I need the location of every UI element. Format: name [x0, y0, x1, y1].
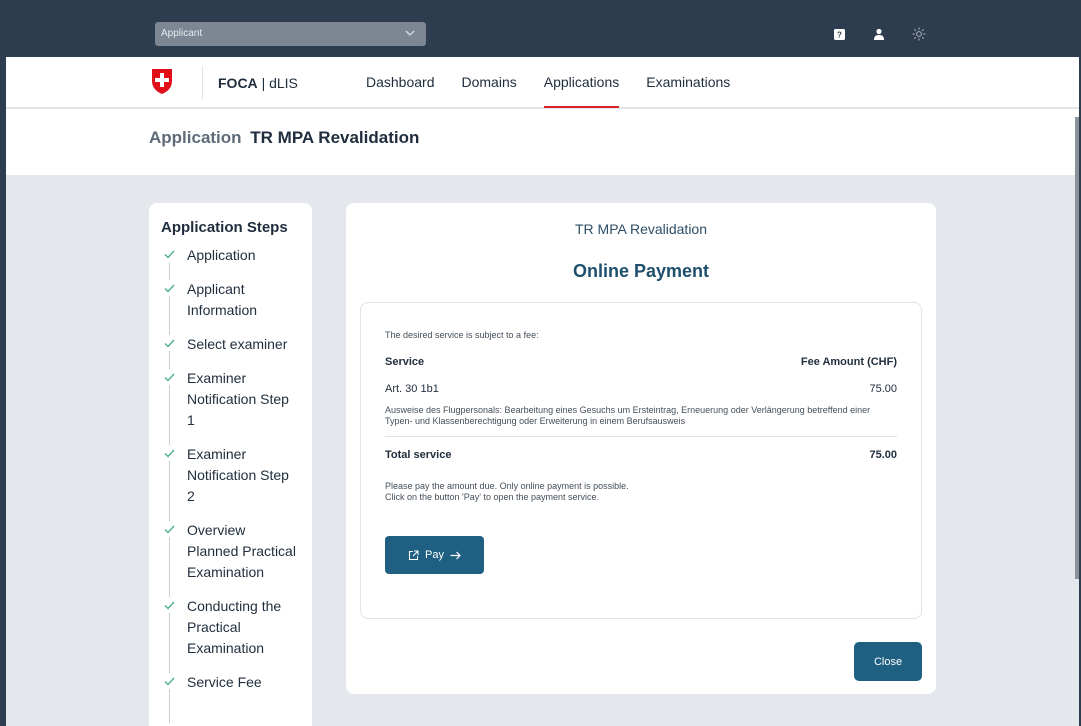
step-item[interactable]: Examiner Notification Step 1 — [161, 368, 300, 431]
external-link-icon — [408, 549, 419, 560]
step-label: Applicant Information — [187, 281, 258, 318]
payment-note: Please pay the amount due. Only online p… — [385, 481, 629, 503]
step-label: Examiner Notification Step 2 — [187, 446, 289, 504]
check-icon — [161, 335, 177, 351]
steps-heading: Application Steps — [161, 219, 288, 236]
theme-sun-icon[interactable] — [909, 24, 929, 44]
check-icon — [161, 521, 177, 537]
total-amount: 75.00 — [869, 449, 897, 461]
service-description: Ausweise des Flugpersonals: Bearbeitung … — [385, 405, 871, 426]
nav-divider — [202, 66, 203, 99]
application-steps-panel: Application Steps Application Applicant … — [149, 203, 312, 726]
brand-bold: FOCA — [218, 75, 258, 91]
check-icon — [161, 280, 177, 296]
payment-note-line1: Please pay the amount due. Only online p… — [385, 481, 629, 491]
brand-rest: dLIS — [269, 75, 298, 91]
steps-list: Application Applicant Information Select… — [161, 245, 300, 723]
page-title-prefix: Application — [149, 128, 242, 147]
step-item[interactable]: Examiner Notification Step 2 — [161, 444, 300, 507]
main-nav: FOCA | dLIS Dashboard Domains Applicatio… — [6, 57, 1079, 108]
swiss-cross-logo[interactable] — [150, 67, 174, 95]
help-icon[interactable]: ? — [829, 24, 849, 44]
step-item[interactable]: Service Fee — [161, 672, 300, 693]
page-title-name: TR MPA Revalidation — [250, 128, 420, 147]
close-button[interactable]: Close — [854, 642, 922, 681]
check-icon — [161, 673, 177, 689]
scrollbar[interactable] — [1075, 117, 1079, 579]
arrow-right-icon — [450, 551, 461, 559]
brand-name[interactable]: FOCA | dLIS — [218, 75, 298, 91]
role-select-value: Applicant — [161, 28, 203, 39]
step-item[interactable]: Conducting the Practical Examination — [161, 596, 300, 659]
step-item[interactable]: Application — [161, 245, 300, 266]
step-label: Overview Planned Practical Examination — [187, 522, 296, 580]
fee-total-row: Total service 75.00 — [385, 449, 897, 461]
fee-intro-text: The desired service is subject to a fee: — [385, 330, 539, 340]
step-item[interactable]: Overview Planned Practical Examination — [161, 520, 300, 583]
user-icon[interactable] — [869, 24, 889, 44]
app-frame: Applicant ? FOCA | dLIS Dashboard Domain… — [0, 0, 1081, 726]
step-label: Conducting the Practical Examination — [187, 598, 282, 656]
step-label: Service Fee — [187, 674, 262, 690]
payment-card: TR MPA Revalidation Online Payment The d… — [346, 203, 936, 694]
fee-row: Art. 30 1b1 75.00 — [385, 383, 897, 395]
step-item[interactable]: Select examiner — [161, 334, 300, 355]
page-header: Application TR MPA Revalidation — [6, 109, 1079, 175]
col-service-header: Service — [385, 356, 425, 368]
check-icon — [161, 369, 177, 385]
step-label: Examiner Notification Step 1 — [187, 370, 289, 428]
fee-table-header: Service Fee Amount (CHF) — [385, 356, 897, 368]
nav-examinations[interactable]: Examinations — [646, 57, 730, 108]
svg-text:?: ? — [837, 30, 842, 39]
payment-note-line2: Click on the button 'Pay' to open the pa… — [385, 492, 600, 502]
step-label: Application — [187, 247, 256, 263]
nav-domains[interactable]: Domains — [462, 57, 517, 108]
chevron-down-icon — [405, 30, 415, 36]
check-icon — [161, 597, 177, 613]
page-title: Application TR MPA Revalidation — [149, 128, 419, 148]
payment-title: Online Payment — [572, 261, 710, 281]
top-bar: Applicant ? — [6, 2, 1079, 57]
total-label: Total service — [385, 449, 452, 461]
nav-dashboard[interactable]: Dashboard — [366, 57, 435, 108]
nav-applications[interactable]: Applications — [543, 57, 619, 108]
fee-divider — [385, 436, 897, 437]
service-name: Art. 30 1b1 — [385, 383, 439, 395]
service-amount: 75.00 — [869, 383, 897, 395]
fee-panel: The desired service is subject to a fee:… — [360, 302, 922, 619]
role-select[interactable]: Applicant — [155, 22, 426, 46]
check-icon — [161, 445, 177, 461]
col-fee-header: Fee Amount (CHF) — [800, 356, 897, 368]
step-item[interactable]: Applicant Information — [161, 279, 300, 321]
step-label: Select examiner — [187, 336, 288, 352]
brand-separator: | — [261, 75, 266, 91]
payment-subtitle: TR MPA Revalidation — [574, 221, 707, 237]
pay-button[interactable]: Pay — [385, 536, 484, 574]
pay-button-label: Pay — [425, 549, 444, 561]
check-icon — [161, 246, 177, 262]
